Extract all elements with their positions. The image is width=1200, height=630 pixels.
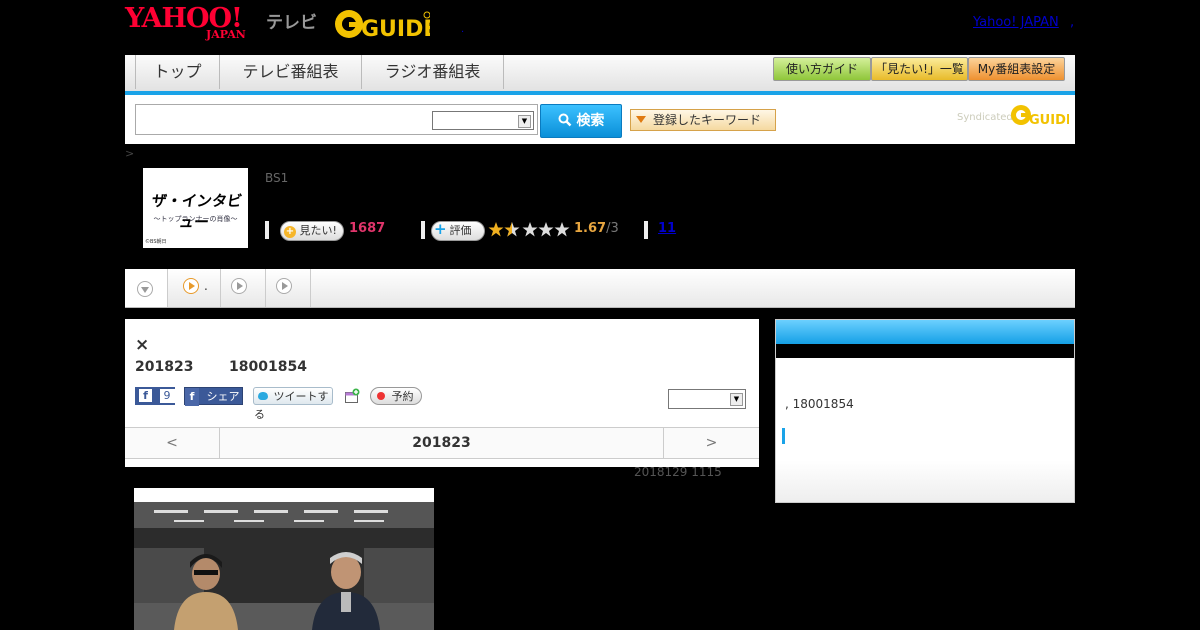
thumbnail-credit: ©BS朝日 (145, 239, 167, 245)
twitter-bird-icon (258, 392, 268, 400)
side-panel-subheader (776, 344, 1074, 358)
chevron-down-icon (137, 281, 153, 297)
breadcrumb[interactable]: > (125, 147, 134, 160)
reserve-button[interactable]: 予約 (370, 387, 422, 405)
gguide-logo-text: GUIDE (361, 17, 430, 40)
mitai-count: 1687 (349, 221, 386, 236)
chevron-down-icon: ▼ (518, 115, 531, 128)
tab-radio-schedule[interactable]: ラジオ番組表 (362, 55, 504, 89)
side-panel-text: , 18001854 (785, 397, 854, 411)
registered-keywords-button[interactable]: 登録したキーワード (630, 109, 776, 131)
search-bar: ▼ 検索 登録したキーワード Syndicated GUIDE (125, 95, 1075, 144)
syndicated-label: Syndicated (957, 112, 1013, 123)
mitai-button-label: 見たい! (299, 224, 337, 237)
play-icon (183, 278, 199, 294)
comment-count-link[interactable]: 11 (658, 221, 676, 236)
facebook-icon: f (185, 388, 199, 406)
program-thumbnail: ザ・インタビュー 〜トップランナーの肖像〜 ©BS朝日 (143, 168, 248, 248)
plus-icon: + (284, 226, 296, 238)
previous-date-button[interactable]: < (125, 428, 220, 458)
pager-date: 201823 (412, 435, 471, 451)
episode-select[interactable]: ▼ (668, 389, 746, 409)
star-empty-icon (554, 222, 570, 237)
subtab-2-label: . (204, 279, 208, 293)
star-empty-icon (522, 222, 538, 237)
search-category-select[interactable]: ▼ (432, 111, 534, 130)
divider (421, 221, 425, 239)
channel-name: BS1 (265, 171, 289, 185)
side-panel-footer (776, 460, 1074, 502)
rating-stars (488, 220, 572, 244)
updated-timestamp: 2018129 1115 (634, 465, 722, 479)
divider (644, 221, 648, 239)
nav-spacer (125, 55, 136, 89)
rating-value: 1.67/3 (574, 221, 619, 236)
reserve-label: 予約 (391, 390, 414, 403)
plus-icon: + (434, 220, 447, 238)
calendar-add-icon[interactable] (344, 388, 360, 404)
subtab-2[interactable]: . (168, 269, 221, 307)
search-button-label: 検索 (576, 113, 605, 129)
header-dot: . (461, 24, 465, 35)
facebook-share-button[interactable]: f シェア (184, 387, 243, 406)
subtab-4[interactable] (266, 269, 311, 307)
side-panel-header (776, 320, 1074, 344)
episode-date: 201823 (135, 359, 194, 375)
tab-top[interactable]: トップ (136, 55, 220, 89)
tv-logo-label[interactable]: テレビ (266, 8, 317, 33)
star-icon (488, 222, 504, 237)
program-video[interactable] (134, 488, 434, 630)
facebook-icon: f (139, 389, 152, 402)
registered-keywords-label: 登録したキーワード (653, 113, 762, 127)
subtab-3[interactable] (221, 269, 266, 307)
side-panel: , 18001854 (775, 319, 1075, 503)
syndicated-logo-text: GUIDE (1029, 113, 1069, 127)
yahoo-japan-link[interactable]: Yahoo! JAPAN (973, 15, 1059, 30)
rating-max: /3 (606, 221, 619, 236)
thumbnail-subtitle: 〜トップランナーの肖像〜 (153, 215, 238, 223)
yahoo-japan-logo-text: JAPAN (206, 28, 246, 41)
divider (265, 221, 269, 239)
close-icon[interactable]: × (135, 335, 149, 355)
tweet-button[interactable]: ツイートする (253, 387, 333, 421)
facebook-like-button[interactable]: f 9 (135, 387, 175, 405)
episode-panel: × 201823 18001854 f 9 f シェア ツイートする 予約 ▼ … (125, 319, 759, 467)
gguide-logo[interactable]: GUIDE (335, 8, 438, 42)
rating-number: 1.67 (574, 221, 607, 236)
syndicated-gguide-logo: GUIDE (1011, 103, 1075, 131)
mitai-list-button[interactable]: 「見たい!」一覧 (871, 57, 968, 81)
record-dot-icon (377, 392, 385, 400)
usage-guide-button[interactable]: 使い方ガイド (773, 57, 871, 81)
program-subtabs: . (125, 269, 1075, 308)
thumbnail-title: ザ・インタビュー (150, 192, 244, 231)
star-half-icon (504, 222, 520, 237)
header-separator: , (1070, 15, 1075, 30)
search-icon (558, 113, 571, 127)
mitai-button[interactable]: + 見たい! (280, 221, 344, 241)
tab-tv-schedule[interactable]: テレビ番組表 (220, 55, 362, 89)
next-date-button[interactable]: > (663, 428, 759, 458)
dropdown-triangle-icon (636, 116, 646, 123)
rating-button[interactable]: + 評価 (431, 221, 485, 241)
facebook-count: 9 (159, 389, 175, 403)
episode-time: 18001854 (229, 359, 307, 375)
my-schedule-settings-button[interactable]: My番組表設定 (968, 57, 1065, 81)
video-frame-image (134, 488, 434, 630)
play-icon (276, 278, 292, 294)
share-label: シェア (206, 390, 240, 403)
side-panel-marker (782, 428, 785, 444)
main-nav: トップ テレビ番組表 ラジオ番組表 使い方ガイド 「見たい!」一覧 My番組表設… (125, 55, 1075, 95)
rating-button-label: 評価 (449, 224, 472, 237)
search-button[interactable]: 検索 (540, 104, 622, 138)
chevron-down-icon: ▼ (730, 393, 743, 406)
date-pager: < 201823 > (125, 427, 759, 459)
star-empty-icon (538, 222, 554, 237)
subtab-1[interactable] (125, 269, 168, 307)
play-icon (231, 278, 247, 294)
